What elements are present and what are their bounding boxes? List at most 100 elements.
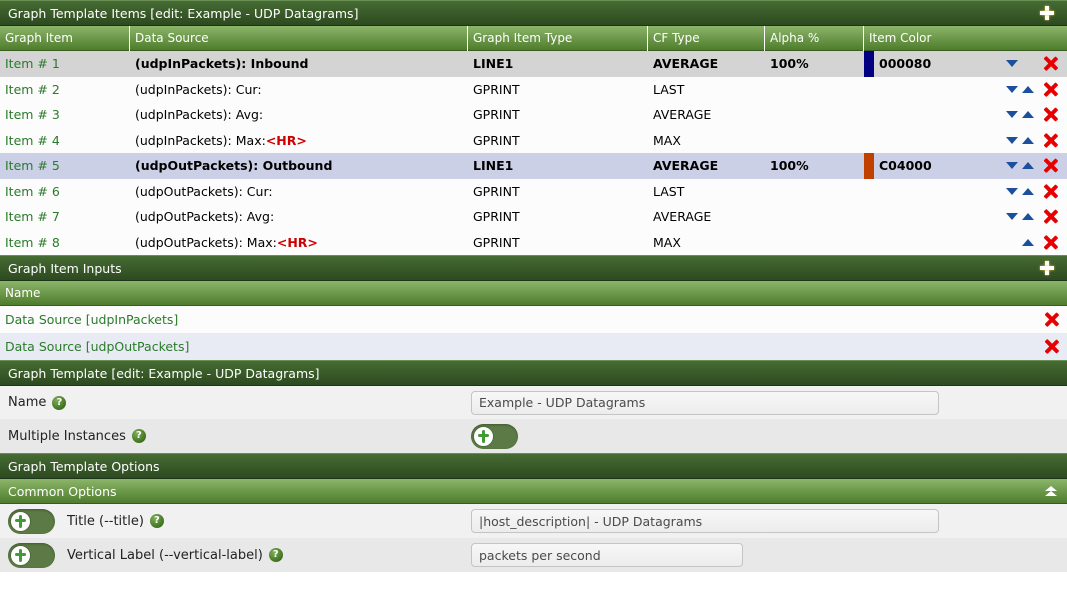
data-source-cell[interactable]: (udpOutPackets): Max: <HR> (130, 230, 468, 256)
table-row[interactable]: Item # 4 (udpInPackets): Max: <HR> GPRINT MA… (0, 127, 1067, 154)
table-row[interactable]: Item # 6 (udpOutPackets): Cur: GPRINT LAST (0, 178, 1067, 205)
move-down-icon[interactable] (1005, 162, 1018, 170)
alpha-percent-cell: 100% (770, 56, 809, 72)
toggle-knob (10, 510, 31, 532)
delete-icon[interactable] (1043, 56, 1058, 71)
delete-icon[interactable] (1043, 184, 1058, 199)
table-row[interactable]: Item # 7 (udpOutPackets): Avg: GPRINT AVERA… (0, 204, 1067, 230)
move-up-icon[interactable] (1021, 85, 1034, 93)
hr-tag: <HR> (265, 132, 307, 148)
graph-item-input-link[interactable]: Data Source [udpInPackets] (5, 312, 1044, 327)
graph-template-options-title: Graph Template Options (8, 458, 160, 474)
cf-type-cell: MAX (653, 132, 681, 148)
move-up-icon[interactable] (1021, 136, 1034, 144)
cf-type-cell: AVERAGE (653, 56, 719, 72)
move-down-icon[interactable] (1005, 187, 1018, 195)
move-down-icon[interactable] (1005, 136, 1018, 144)
column-header-data-source: Data Source (130, 25, 468, 51)
delete-icon[interactable] (1044, 312, 1059, 327)
move-up-icon[interactable] (1021, 111, 1034, 119)
delete-cell (1034, 158, 1067, 173)
graph-item-label[interactable]: Item # 2 (0, 77, 130, 103)
toggle-on-icon (15, 514, 26, 528)
graph-item-input-link[interactable]: Data Source [udpOutPackets] (5, 339, 1044, 354)
graph-item-label[interactable]: Item # 4 (0, 128, 130, 154)
move-up-icon[interactable] (1021, 238, 1034, 246)
color-swatch (864, 179, 874, 205)
add-graph-item-plus-icon[interactable] (1039, 5, 1055, 21)
delete-icon[interactable] (1043, 209, 1058, 224)
move-down-icon[interactable] (1005, 111, 1018, 119)
move-down-icon[interactable] (1005, 213, 1018, 221)
add-graph-item-input-plus-icon[interactable] (1039, 260, 1055, 276)
column-header-item-color: Item Color (869, 31, 932, 45)
list-item[interactable]: Data Source [udpOutPackets] (0, 333, 1067, 360)
table-row[interactable]: Item # 1 (udpInPackets): Inbound LINE1 AVER… (0, 51, 1067, 77)
graph-item-label[interactable]: Item # 1 (0, 51, 130, 77)
delete-icon[interactable] (1043, 235, 1058, 250)
graph-template-editor-page: Graph Template Items [edit: Example - UD… (0, 0, 1067, 599)
column-header-graph-item: Graph Item (0, 25, 130, 51)
move-up-icon[interactable] (1021, 187, 1034, 195)
option-input[interactable]: |host_description| - UDP Datagrams (471, 509, 939, 533)
common-options-form: Title (--title)? |host_description| - UDP… (0, 504, 1067, 572)
data-source-cell[interactable]: (udpInPackets): Inbound (130, 51, 468, 77)
color-swatch (864, 51, 874, 77)
cf-type-cell: LAST (653, 183, 685, 199)
cf-type-cell: LAST (653, 81, 685, 97)
data-source-cell[interactable]: (udpInPackets): Max: <HR> (130, 128, 468, 154)
multiple-instances-toggle[interactable] (471, 423, 518, 449)
delete-icon[interactable] (1043, 107, 1058, 122)
data-source-cell[interactable]: (udpInPackets): Cur: (130, 77, 468, 103)
option-enable-toggle[interactable] (8, 508, 55, 534)
help-icon[interactable]: ? (52, 395, 67, 410)
option-input-wrap: |host_description| - UDP Datagrams (471, 509, 939, 533)
color-swatch (864, 128, 874, 154)
help-icon[interactable]: ? (149, 514, 164, 528)
alpha-percent-cell (765, 204, 864, 230)
table-row[interactable]: Item # 3 (udpInPackets): Avg: GPRINT AVERAG… (0, 102, 1067, 128)
data-source-cell[interactable]: (udpOutPackets): Cur: (130, 179, 468, 205)
help-icon[interactable]: ? (268, 548, 283, 562)
option-label: Vertical Label (--vertical-label) (67, 547, 263, 563)
name-input[interactable]: Example - UDP Datagrams (471, 390, 939, 415)
move-down-icon[interactable] (1005, 85, 1018, 93)
option-row: Vertical Label (--vertical-label)? packet… (0, 538, 1067, 572)
table-row[interactable]: Item # 2 (udpInPackets): Cur: GPRINT LAST (0, 76, 1067, 103)
item-color-cell (864, 230, 1067, 256)
list-item[interactable]: Data Source [udpInPackets] (0, 306, 1067, 333)
graph-item-label[interactable]: Item # 8 (0, 230, 130, 256)
table-row[interactable]: Item # 8 (udpOutPackets): Max: <HR> GPRINT M… (0, 229, 1067, 256)
color-swatch (864, 230, 874, 256)
graph-item-label[interactable]: Item # 3 (0, 102, 130, 128)
delete-icon[interactable] (1043, 133, 1058, 148)
reorder-arrows (998, 238, 1034, 246)
graph-item-label[interactable]: Item # 5 (0, 153, 130, 179)
color-hex-value: 000080 (879, 56, 932, 72)
graph-item-type-cell: GPRINT (473, 234, 520, 250)
move-up-icon[interactable] (1021, 213, 1034, 221)
help-icon[interactable]: ? (131, 429, 146, 443)
double-chevron-up-icon[interactable] (1043, 483, 1059, 499)
item-color-cell (864, 102, 1067, 128)
graph-item-label[interactable]: Item # 6 (0, 179, 130, 205)
data-source-cell[interactable]: (udpOutPackets): Avg: (130, 204, 468, 230)
item-color-cell (864, 204, 1067, 230)
option-input[interactable]: packets per second (471, 543, 743, 567)
data-source-cell[interactable]: (udpInPackets): Avg: (130, 102, 468, 128)
data-source-cell[interactable]: (udpOutPackets): Outbound (130, 153, 468, 179)
graph-item-type-cell: GPRINT (473, 209, 520, 225)
move-down-icon[interactable] (1005, 60, 1018, 68)
delete-cell (1034, 107, 1067, 122)
graph-template-title: Graph Template [edit: Example - UDP Data… (8, 365, 320, 381)
delete-icon[interactable] (1043, 158, 1058, 173)
graph-item-label[interactable]: Item # 7 (0, 204, 130, 230)
reorder-arrows (998, 136, 1034, 144)
table-row[interactable]: Item # 5 (udpOutPackets): Outbound LINE1 AV… (0, 153, 1067, 179)
form-row-name: Name ? Example - UDP Datagrams (0, 386, 1067, 419)
graph-item-type-cell: GPRINT (473, 132, 520, 148)
delete-icon[interactable] (1043, 82, 1058, 97)
move-up-icon[interactable] (1021, 162, 1034, 170)
delete-icon[interactable] (1044, 339, 1059, 354)
option-enable-toggle[interactable] (8, 542, 55, 568)
